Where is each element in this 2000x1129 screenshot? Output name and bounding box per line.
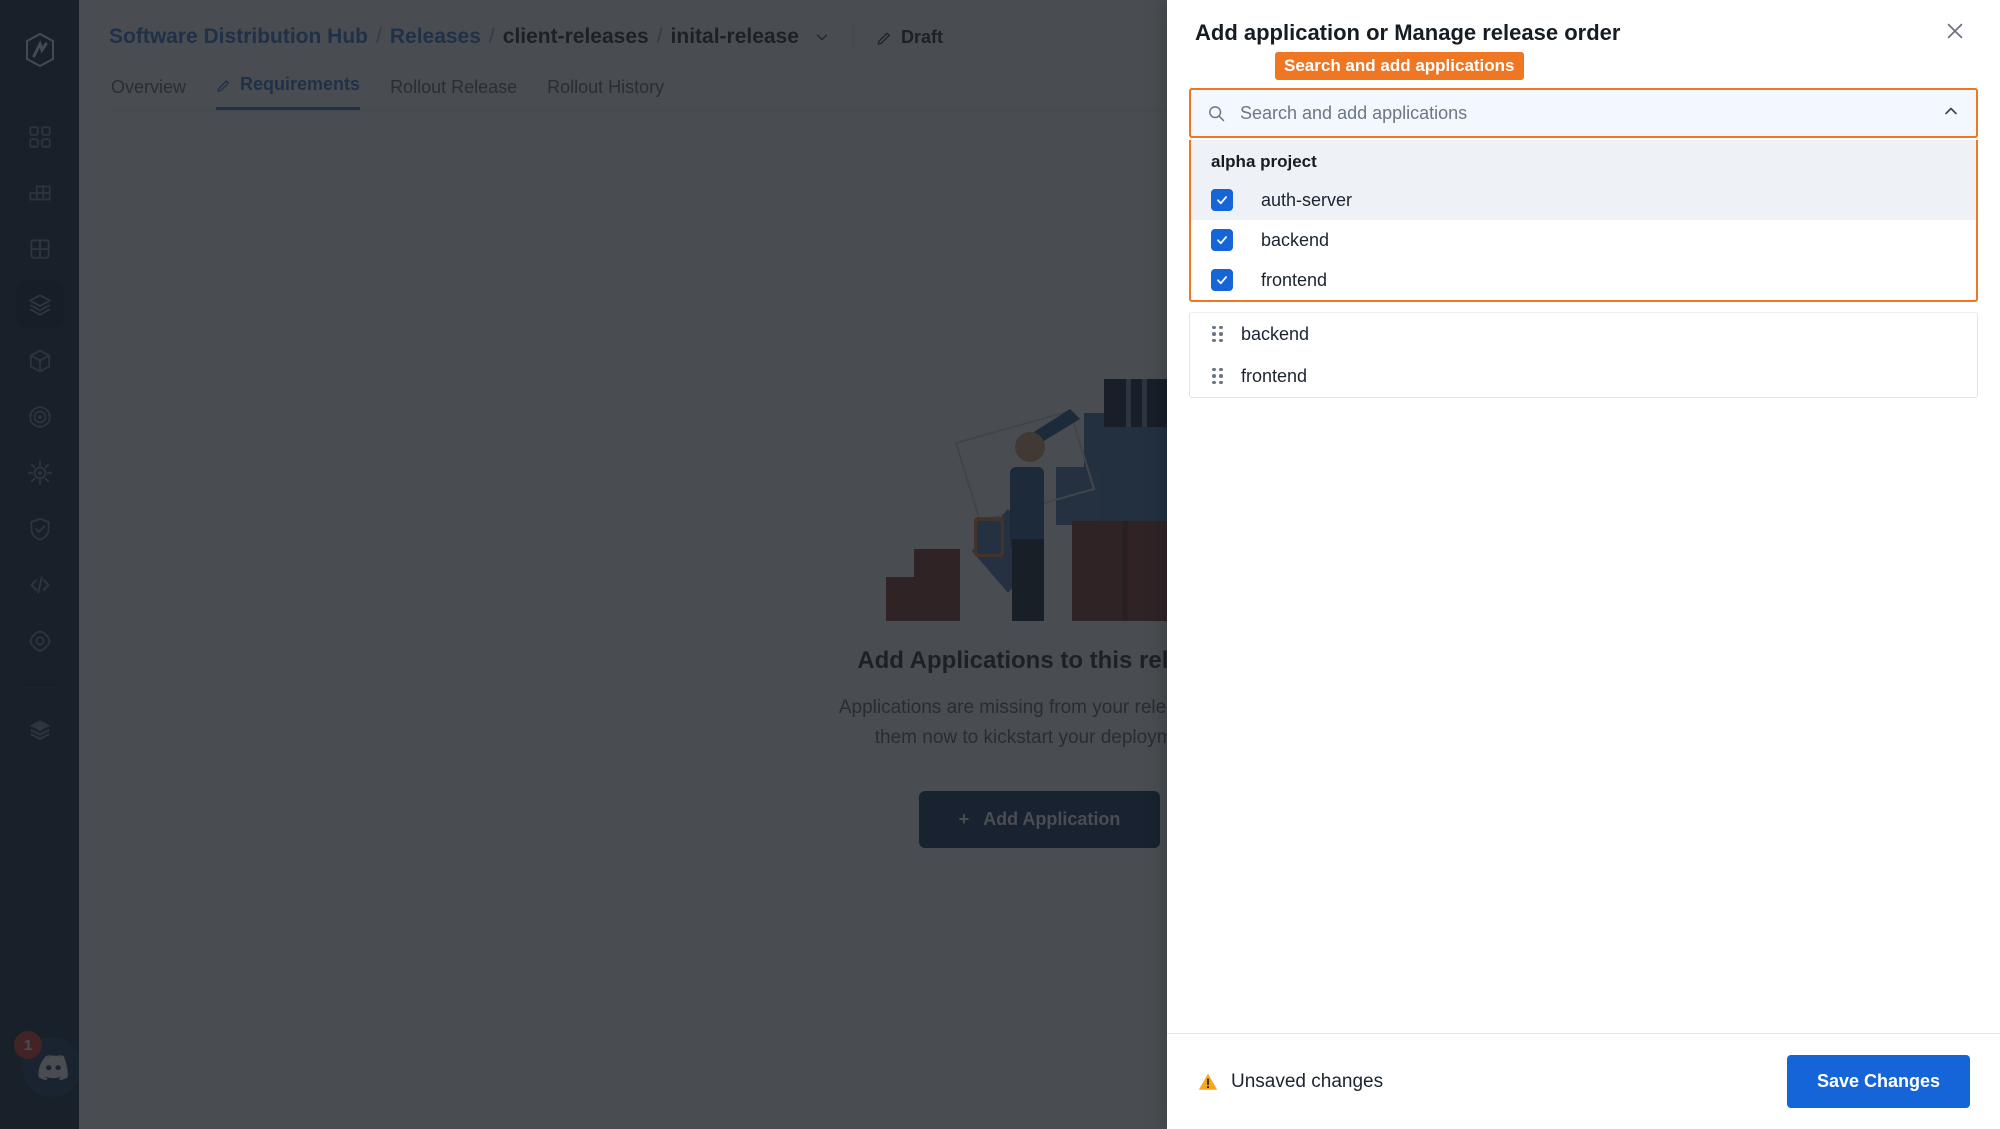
drag-handle-icon[interactable]	[1212, 325, 1223, 343]
checkbox-checked-icon[interactable]	[1211, 269, 1233, 291]
chevron-up-icon[interactable]	[1941, 101, 1961, 126]
dropdown-option-backend[interactable]: backend	[1191, 220, 1976, 260]
panel-title: Add application or Manage release order	[1195, 20, 1621, 45]
release-order-item-label: backend	[1241, 323, 1310, 344]
save-changes-button[interactable]: Save Changes	[1786, 1055, 1970, 1108]
dropdown-option-frontend[interactable]: frontend	[1191, 260, 1976, 300]
close-icon[interactable]	[1938, 14, 1972, 52]
search-field-wrapper: alpha project auth-server backend	[1189, 88, 1978, 398]
search-icon	[1209, 106, 1225, 122]
drag-handle-icon[interactable]	[1212, 367, 1223, 385]
dropdown-option-label: backend	[1261, 229, 1330, 250]
panel-body: Search and add applications alph	[1167, 52, 2000, 1033]
unsaved-changes-status: Unsaved changes	[1197, 1071, 1383, 1093]
release-order-item-label: frontend	[1241, 365, 1308, 386]
checkbox-checked-icon[interactable]	[1211, 229, 1233, 251]
search-field[interactable]	[1189, 88, 1978, 138]
dropdown-option-label: auth-server	[1261, 189, 1353, 210]
modal-overlay-scrim[interactable]	[0, 0, 1167, 1129]
unsaved-changes-label: Unsaved changes	[1231, 1070, 1384, 1092]
warning-triangle-icon	[1198, 1073, 1218, 1090]
list-item[interactable]: frontend	[1190, 355, 1977, 397]
list-item[interactable]: backend	[1190, 313, 1977, 355]
applications-dropdown: alpha project auth-server backend fronte…	[1189, 140, 1978, 302]
dropdown-option-auth-server[interactable]: auth-server	[1191, 180, 1976, 220]
search-field-tooltip: Search and add applications	[1275, 52, 1524, 80]
dropdown-group-label: alpha project	[1191, 140, 1976, 180]
release-order-list: backend frontend	[1189, 312, 1978, 398]
add-application-panel: Add application or Manage release order …	[1167, 0, 2000, 1129]
checkbox-checked-icon[interactable]	[1211, 189, 1233, 211]
search-input[interactable]	[1240, 102, 1927, 124]
app-root: 1 Software Distribution Hub / Releases /…	[0, 0, 2000, 1129]
panel-footer: Unsaved changes Save Changes	[1167, 1033, 2000, 1129]
dropdown-option-label: frontend	[1261, 269, 1328, 290]
